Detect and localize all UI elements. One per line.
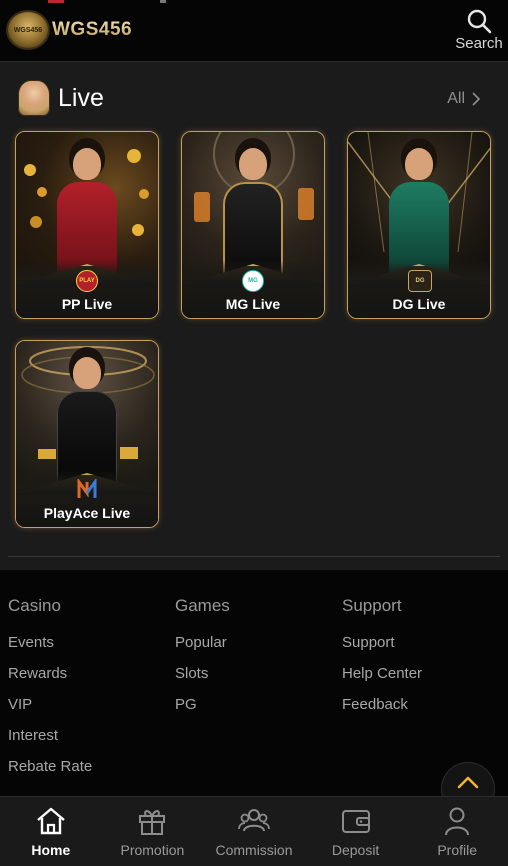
footer-link-vip[interactable]: VIP: [8, 696, 92, 727]
footer-link-pg[interactable]: PG: [175, 696, 230, 727]
mg-logo-icon: MG: [242, 270, 264, 292]
logo-text: WGS456: [52, 19, 133, 40]
card-label: MG Live: [225, 296, 281, 312]
footer-link-interest[interactable]: Interest: [8, 727, 92, 758]
logo-emblem-text: WGS456: [13, 26, 43, 34]
card-label: DG Live: [392, 296, 446, 312]
footer-link-rebate-rate[interactable]: Rebate Rate: [8, 758, 92, 789]
footer-column-support: Support Support Help Center Feedback: [342, 596, 422, 727]
footer-heading: Support: [342, 596, 402, 615]
live-avatar-icon: [18, 80, 50, 116]
footer: Casino Events Rewards VIP Interest Rebat…: [0, 570, 508, 796]
search-button[interactable]: Search: [453, 8, 505, 54]
footer-link-rewards[interactable]: Rewards: [8, 665, 92, 696]
bottom-tab-bar: Home Promotion Commission Deposit Profil…: [0, 796, 508, 866]
footer-link-support[interactable]: Support: [342, 634, 422, 665]
view-all-link[interactable]: All: [447, 90, 482, 108]
footer-link-feedback[interactable]: Feedback: [342, 696, 422, 727]
status-mark-gray: [160, 0, 166, 3]
section-divider: [8, 556, 500, 557]
top-bar: WGS456 WGS456 Search: [0, 0, 508, 62]
dealer-figure: [55, 357, 119, 487]
chevron-up-icon: [457, 776, 479, 789]
status-mark-red: [48, 0, 64, 3]
footer-link-help-center[interactable]: Help Center: [342, 665, 422, 696]
tab-label: Commission: [215, 842, 293, 858]
live-section: Live All PLAY PP Live MG MG Live DG DG L…: [0, 62, 508, 570]
footer-link-slots[interactable]: Slots: [175, 665, 230, 696]
tab-label: Profile: [437, 842, 478, 858]
pp-logo-icon: PLAY: [76, 270, 98, 292]
card-label: PlayAce Live: [43, 505, 131, 521]
home-icon: [37, 807, 65, 835]
tab-deposit[interactable]: Deposit: [305, 797, 407, 866]
dealer-figure: [387, 148, 451, 278]
footer-link-events[interactable]: Events: [8, 634, 92, 665]
tab-label: Deposit: [331, 842, 380, 858]
footer-heading: Casino: [8, 596, 61, 615]
dg-logo-icon: DG: [408, 270, 432, 292]
user-icon: [445, 807, 470, 836]
tab-label: Home: [31, 842, 71, 858]
playace-logo-icon: [76, 479, 98, 501]
tab-label: Promotion: [120, 842, 185, 858]
tab-profile[interactable]: Profile: [406, 797, 508, 866]
search-label: Search: [455, 35, 503, 52]
wallet-icon: [341, 810, 370, 833]
game-card-pp-live[interactable]: PLAY PP Live: [15, 131, 159, 319]
view-all-label: All: [447, 90, 465, 107]
footer-link-popular[interactable]: Popular: [175, 634, 230, 665]
tab-promotion[interactable]: Promotion: [102, 797, 204, 866]
footer-heading: Games: [175, 596, 230, 615]
dealer-figure: [221, 148, 285, 278]
dealer-figure: [55, 148, 119, 278]
footer-column-casino: Casino Events Rewards VIP Interest Rebat…: [8, 596, 92, 789]
tab-home[interactable]: Home: [0, 797, 102, 866]
game-card-mg-live[interactable]: MG MG Live: [181, 131, 325, 319]
live-section-header: Live: [18, 80, 104, 116]
tab-commission[interactable]: Commission: [203, 797, 305, 866]
game-card-dg-live[interactable]: DG DG Live: [347, 131, 491, 319]
chevron-right-icon: [472, 92, 481, 106]
gift-icon: [139, 810, 166, 835]
game-card-playace-live[interactable]: PlayAce Live: [15, 340, 159, 528]
logo-emblem: WGS456: [8, 12, 48, 48]
card-label: PP Live: [61, 296, 113, 312]
footer-column-games: Games Popular Slots PG: [175, 596, 230, 727]
section-title: Live: [58, 83, 104, 112]
site-logo[interactable]: WGS456 WGS456: [8, 12, 132, 48]
search-icon: [467, 9, 492, 34]
users-icon: [238, 809, 270, 832]
